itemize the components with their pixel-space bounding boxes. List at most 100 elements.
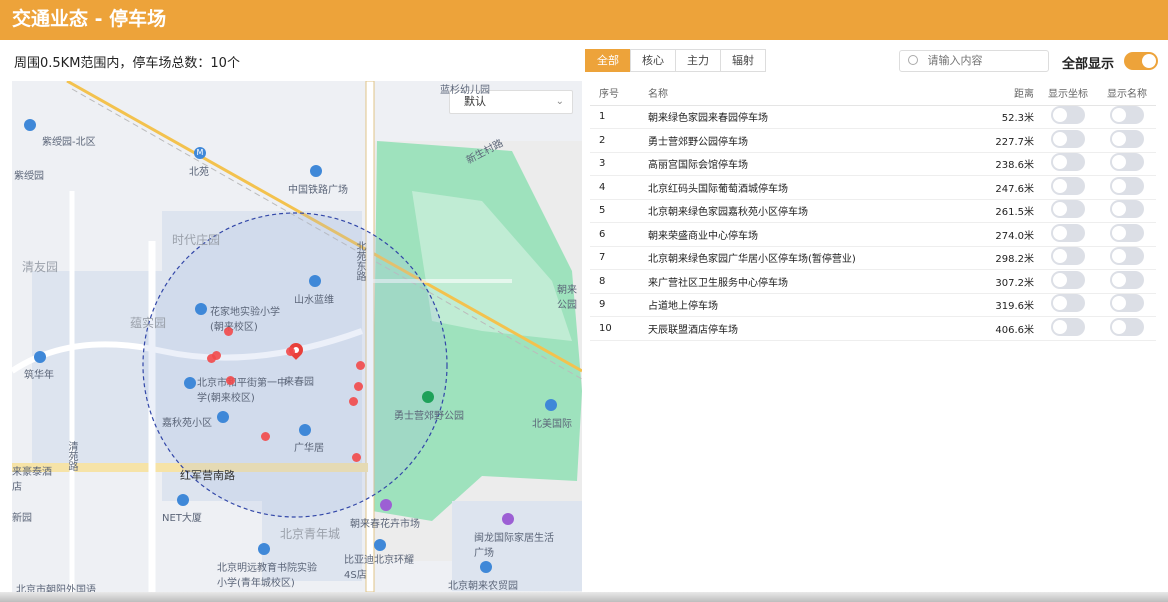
poi-icon — [309, 275, 321, 287]
cell-distance: 406.6米 — [988, 316, 1038, 341]
map-label: 蕴实园 — [130, 316, 167, 330]
cell-distance: 274.0米 — [988, 222, 1038, 247]
show-coord-toggle[interactable] — [1051, 129, 1085, 148]
cell-index: 9 — [590, 293, 648, 317]
table-row[interactable]: 10 天辰联盟酒店停车场 406.6米 — [590, 316, 1156, 341]
map-label: 比亚迪北京环耀4S店 — [344, 555, 414, 581]
map-label: 闽龙国际家居生活广场 — [474, 533, 554, 559]
map-label: 北京朝来农贸园 — [448, 581, 518, 592]
show-coord-toggle[interactable] — [1051, 247, 1085, 266]
cell-distance: 238.6米 — [988, 152, 1038, 176]
show-coord-toggle[interactable] — [1051, 200, 1085, 219]
search-box — [899, 50, 1049, 72]
table-row[interactable]: 5 北京朝来绿色家园嘉秋苑小区停车场 261.5米 — [590, 199, 1156, 223]
show-name-toggle[interactable] — [1110, 176, 1144, 195]
map-label: 紫绶园 — [14, 171, 44, 182]
show-name-toggle[interactable] — [1110, 294, 1144, 313]
table-row[interactable]: 1 朝来绿色家园来春园停车场 52.3米 — [590, 105, 1156, 129]
cell-index: 6 — [590, 222, 648, 247]
table-row[interactable]: 8 来广营社区卫生服务中心停车场 307.2米 — [590, 269, 1156, 294]
show-all-toggle[interactable] — [1124, 52, 1158, 70]
parking-marker[interactable] — [356, 361, 365, 370]
shop-icon — [380, 499, 392, 511]
show-coord-toggle[interactable] — [1051, 223, 1085, 242]
cell-name: 北京朝来绿色家园嘉秋苑小区停车场 — [648, 199, 988, 223]
parking-marker[interactable] — [212, 351, 221, 360]
show-name-toggle[interactable] — [1110, 317, 1144, 336]
map-label: 朝来春花卉市场 — [350, 519, 420, 530]
show-coord-toggle[interactable] — [1051, 106, 1085, 125]
col-header-show-coord: 显示坐标 — [1038, 80, 1098, 106]
cell-name: 朝来荣盛商业中心停车场 — [648, 222, 988, 247]
parking-marker[interactable] — [261, 432, 270, 441]
cell-index: 10 — [590, 316, 648, 341]
show-name-toggle[interactable] — [1110, 153, 1144, 172]
table-row[interactable]: 4 北京红码头国际葡萄酒城停车场 247.6米 — [590, 175, 1156, 200]
map-label: 北京青年城 — [280, 527, 341, 541]
col-header-show-name: 显示名称 — [1098, 80, 1156, 106]
search-input[interactable] — [927, 54, 1043, 67]
cell-name: 天辰联盟酒店停车场 — [648, 316, 988, 341]
map-view[interactable]: 默认 ⌄ 紫绶园-北区 紫绶园 清友园 北苑 中国铁路广场 时代庄园 新生村路 … — [12, 81, 582, 592]
poi-icon — [24, 119, 36, 131]
parking-marker[interactable] — [226, 376, 235, 385]
cell-name: 占道地上停车场 — [648, 293, 988, 317]
tab-radiate[interactable]: 辐射 — [720, 49, 766, 72]
parking-summary: 周围0.5KM范围内，停车场总数：10个 — [14, 56, 240, 71]
cell-index: 5 — [590, 199, 648, 223]
parking-marker[interactable] — [224, 327, 233, 336]
parking-marker[interactable] — [354, 382, 363, 391]
poi-icon — [299, 424, 311, 436]
parking-marker[interactable] — [286, 347, 295, 356]
show-name-toggle[interactable] — [1110, 200, 1144, 219]
map-label: 筑华年 — [24, 370, 54, 381]
map-canvas — [12, 81, 582, 592]
show-name-toggle[interactable] — [1110, 129, 1144, 148]
table-row[interactable]: 6 朝来荣盛商业中心停车场 274.0米 — [590, 222, 1156, 247]
map-label: 蓝杉幼儿园 — [440, 85, 490, 96]
show-name-toggle[interactable] — [1110, 223, 1144, 242]
show-name-toggle[interactable] — [1110, 270, 1144, 289]
tab-main[interactable]: 主力 — [675, 49, 721, 72]
map-label: 清苑路 — [66, 441, 77, 471]
cell-index: 3 — [590, 152, 648, 176]
show-coord-toggle[interactable] — [1051, 294, 1085, 313]
map-label: 勇士营郊野公园 — [394, 411, 464, 422]
poi-icon — [217, 411, 229, 423]
show-name-toggle[interactable] — [1110, 247, 1144, 266]
map-label: 来豪泰酒店 — [12, 467, 52, 493]
table-row[interactable]: 3 高丽宫国际会馆停车场 238.6米 — [590, 152, 1156, 176]
show-name-toggle[interactable] — [1110, 106, 1144, 125]
tab-all[interactable]: 全部 — [585, 49, 631, 72]
tab-core[interactable]: 核心 — [630, 49, 676, 72]
map-label: 清友园 — [22, 260, 59, 274]
parking-marker[interactable] — [349, 397, 358, 406]
show-coord-toggle[interactable] — [1051, 176, 1085, 195]
table-header-row: 序号 名称 距离 显示坐标 显示名称 — [590, 80, 1156, 106]
map-label: 来春园 — [284, 377, 314, 388]
table-row[interactable]: 9 占道地上停车场 319.6米 — [590, 293, 1156, 317]
cell-name: 来广营社区卫生服务中心停车场 — [648, 269, 988, 294]
poi-icon — [310, 165, 322, 177]
map-label: 嘉秋苑小区 — [162, 418, 212, 429]
map-label: 新园 — [12, 513, 32, 524]
map-label: 北苑东路 — [354, 241, 365, 281]
cell-distance: 307.2米 — [988, 269, 1038, 294]
parking-marker[interactable] — [352, 453, 361, 462]
subway-icon: M — [194, 147, 206, 159]
map-label: 北京市朝阳外国语 — [16, 585, 96, 592]
show-coord-toggle[interactable] — [1051, 270, 1085, 289]
show-coord-toggle[interactable] — [1051, 317, 1085, 336]
cell-distance: 52.3米 — [988, 105, 1038, 129]
map-label: 时代庄园 — [172, 233, 221, 247]
poi-icon — [545, 399, 557, 411]
table-row[interactable]: 2 勇士营郊野公园停车场 227.7米 — [590, 128, 1156, 153]
search-icon — [908, 55, 918, 65]
table-row[interactable]: 7 北京朝来绿色家园广华居小区停车场(暂停营业) 298.2米 — [590, 246, 1156, 270]
map-label: 北京明远教育书院实验小学(青年城校区) — [217, 563, 317, 589]
show-coord-toggle[interactable] — [1051, 153, 1085, 172]
school-icon — [195, 303, 207, 315]
col-header-distance: 距离 — [988, 80, 1038, 106]
poi-icon — [34, 351, 46, 363]
map-label: 山水蓝维 — [294, 295, 334, 306]
